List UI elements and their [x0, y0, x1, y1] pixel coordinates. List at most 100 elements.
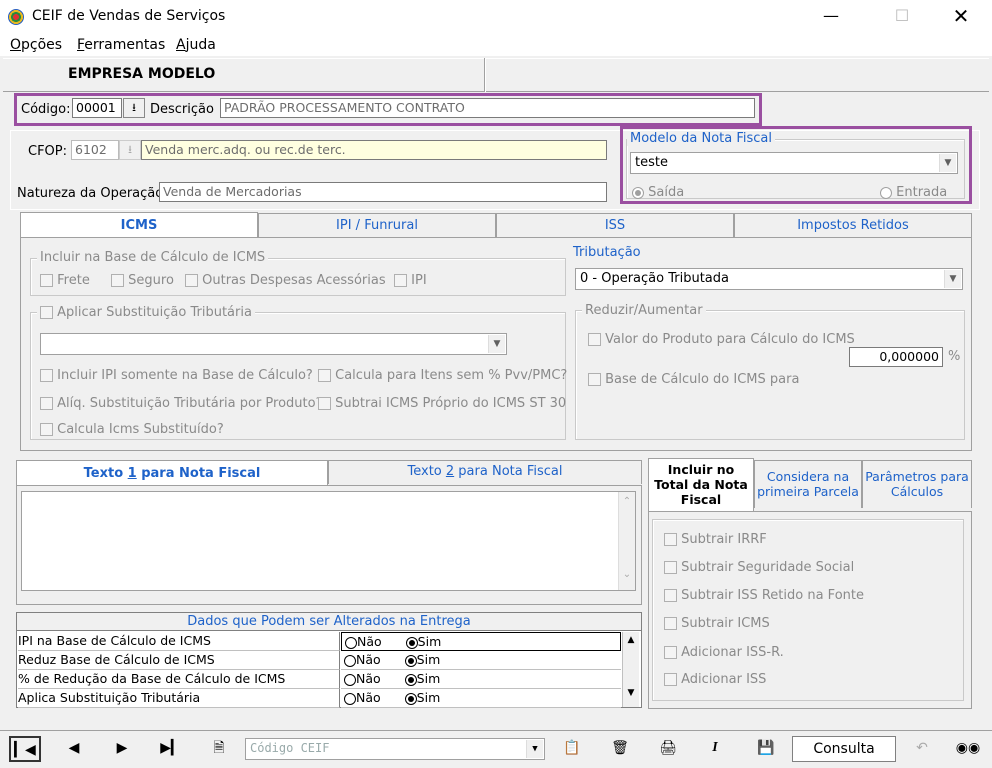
tab-considera-parcela[interactable]: Considera na primeira Parcela: [754, 460, 862, 508]
last-record-button[interactable]: ▶▎: [155, 736, 187, 762]
subtrair-iss-retido-checkbox[interactable]: Subtrair ISS Retido na Fonte: [664, 588, 864, 603]
ipi-checkbox[interactable]: IPI: [394, 273, 427, 288]
modelo-select[interactable]: teste ▼: [630, 152, 958, 174]
cfop-label: CFOP:: [28, 144, 68, 159]
incl-ipi-checkbox[interactable]: Incluir IPI somente na Base de Cálculo?: [40, 368, 313, 383]
tab-incluir-total[interactable]: Incluir no Total da Nota Fiscal: [648, 458, 754, 512]
next-record-button[interactable]: ▶: [106, 736, 138, 762]
radio-icon: [880, 186, 892, 199]
texto-textarea[interactable]: [21, 491, 636, 591]
previous-record-button[interactable]: ◀: [58, 736, 90, 762]
last-icon: ▶▎: [160, 740, 182, 756]
cfop-lookup-button[interactable]: ⭳: [119, 140, 141, 160]
table-row-options[interactable]: Não Sim: [341, 689, 621, 708]
percent-input[interactable]: 0,000000: [849, 347, 943, 367]
saida-radio[interactable]: Saída: [632, 185, 684, 200]
tab-parametros-calculos[interactable]: Parâmetros para Cálculos: [862, 460, 972, 508]
nao-radio[interactable]: [344, 654, 356, 667]
adicionar-iss-checkbox[interactable]: Adicionar ISS: [664, 672, 766, 687]
incl-ipi-label: Incluir IPI somente na Base de Cálculo?: [57, 368, 313, 383]
calc-itens-checkbox[interactable]: Calcula para Itens sem % Pvv/PMC?: [318, 368, 567, 383]
seguro-checkbox[interactable]: Seguro: [111, 273, 174, 288]
frete-checkbox[interactable]: Frete: [40, 273, 90, 288]
menu-ajuda[interactable]: Ajuda: [176, 37, 216, 53]
tab-texto-2[interactable]: Texto 2 para Nota Fiscal: [328, 460, 642, 484]
tributacao-select[interactable]: 0 - Operação Tributada ▼: [575, 268, 963, 290]
tab-impostos-retidos[interactable]: Impostos Retidos: [734, 213, 972, 238]
table-row-options[interactable]: Não Sim: [341, 651, 621, 670]
aliq-subst-checkbox[interactable]: Alíq. Substituição Tributária por Produt…: [40, 396, 323, 411]
table-row-options[interactable]: Não Sim: [341, 632, 621, 651]
tab-iss[interactable]: ISS: [496, 213, 734, 238]
nao-radio[interactable]: [344, 692, 356, 705]
maximize-button[interactable]: ☐: [879, 0, 925, 34]
texto-scrollbar[interactable]: ⌃ ⌄: [618, 492, 635, 590]
codigo-lookup-button[interactable]: ⭳: [123, 98, 145, 118]
search-button[interactable]: ◉◉: [952, 736, 984, 762]
calc-subst-checkbox[interactable]: Calcula Icms Substituído?: [40, 422, 224, 437]
natureza-input[interactable]: Venda de Mercadorias: [159, 182, 607, 202]
scroll-up-icon: ▲: [627, 635, 635, 645]
delete-button[interactable]: 🗑: [604, 736, 636, 762]
new-record-button[interactable]: 🗎: [203, 736, 235, 762]
sim-radio[interactable]: [404, 692, 417, 705]
tab-texto-1[interactable]: Texto 1 para Nota Fiscal: [16, 460, 328, 486]
scroll-down-icon: ⌄: [622, 569, 632, 580]
nao-radio[interactable]: [344, 673, 356, 686]
subtrair-irrf-checkbox[interactable]: Subtrair IRRF: [664, 532, 767, 547]
previous-icon: ◀: [68, 740, 80, 756]
modelo-value: teste: [635, 155, 668, 170]
first-record-button[interactable]: ▎◀: [9, 736, 41, 762]
report-button[interactable]: 📋: [556, 736, 588, 762]
codigo-input[interactable]: 00001: [72, 98, 122, 118]
valor-produto-checkbox[interactable]: Valor do Produto para Cálculo do ICMS: [588, 332, 855, 347]
base-calculo-checkbox[interactable]: Base de Cálculo do ICMS para: [588, 372, 799, 387]
printer-icon: 🖨: [659, 740, 677, 756]
menu-ferramentas[interactable]: Ferramentas: [77, 37, 165, 53]
tributacao-value: 0 - Operação Tributada: [580, 271, 729, 286]
cfop-input[interactable]: 6102: [71, 140, 119, 160]
company-name: EMPRESA MODELO: [68, 66, 216, 82]
entrada-radio[interactable]: Entrada: [880, 185, 947, 200]
save-button[interactable]: 💾: [750, 736, 782, 762]
entrega-scrollbar[interactable]: ▲ ▼: [622, 632, 639, 707]
subtrair-icms-checkbox[interactable]: Subtrair ICMS: [664, 616, 770, 631]
close-button[interactable]: ✕: [938, 0, 984, 34]
codigo-ceif-combo[interactable]: Código CEIF ▼: [245, 738, 545, 760]
subtrai-icms-checkbox[interactable]: Subtrai ICMS Próprio do ICMS ST 30: [318, 396, 566, 411]
subst-label: Aplicar Substituição Tributária: [57, 305, 252, 320]
descricao-label: Descrição: [150, 102, 214, 117]
subst-select[interactable]: ▼: [40, 333, 507, 355]
subtrair-seguridade-label: Subtrair Seguridade Social: [681, 560, 855, 575]
italic-button[interactable]: I: [699, 736, 731, 762]
tab-texto-1-label: Texto 1 para Nota Fiscal: [83, 466, 261, 481]
tab-icms[interactable]: ICMS: [20, 212, 258, 238]
undo-button[interactable]: ↶: [906, 736, 938, 762]
base-calculo-label: Base de Cálculo do ICMS para: [605, 372, 800, 387]
adicionar-iss-r-checkbox[interactable]: Adicionar ISS-R.: [664, 645, 784, 660]
trash-icon: 🗑: [611, 740, 629, 756]
print-button[interactable]: 🖨: [652, 736, 684, 762]
outras-despesas-checkbox[interactable]: Outras Despesas Acessórias: [185, 273, 386, 288]
descricao-input[interactable]: PADRÃO PROCESSAMENTO CONTRATO: [220, 98, 755, 118]
checkbox-icon: [664, 533, 677, 546]
nao-label: Não: [356, 652, 381, 667]
cfop-description: Venda merc.adq. ou rec.de terc.: [141, 140, 607, 160]
menu-opcoes[interactable]: Opções: [10, 37, 62, 53]
subtrair-seguridade-checkbox[interactable]: Subtrair Seguridade Social: [664, 560, 854, 575]
codigo-ceif-placeholder: Código CEIF: [250, 741, 330, 755]
frete-label: Frete: [57, 273, 90, 288]
window-title: CEIF de Vendas de Serviços: [32, 8, 226, 24]
table-row-options[interactable]: Não Sim: [341, 670, 621, 689]
minimize-button[interactable]: —: [808, 0, 854, 34]
subst-checkbox[interactable]: Aplicar Substituição Tributária: [37, 305, 255, 320]
radio-icon: [632, 186, 644, 199]
tab-ipi[interactable]: IPI / Funrural: [258, 213, 496, 238]
table-row-label: % de Redução da Base de Cálculo de ICMS: [18, 670, 340, 689]
sim-radio[interactable]: [405, 636, 418, 649]
nao-label: Não: [356, 671, 381, 686]
sim-radio[interactable]: [404, 673, 417, 686]
sim-radio[interactable]: [404, 654, 417, 667]
save-icon: 💾: [757, 740, 775, 756]
nao-radio[interactable]: [345, 636, 357, 649]
